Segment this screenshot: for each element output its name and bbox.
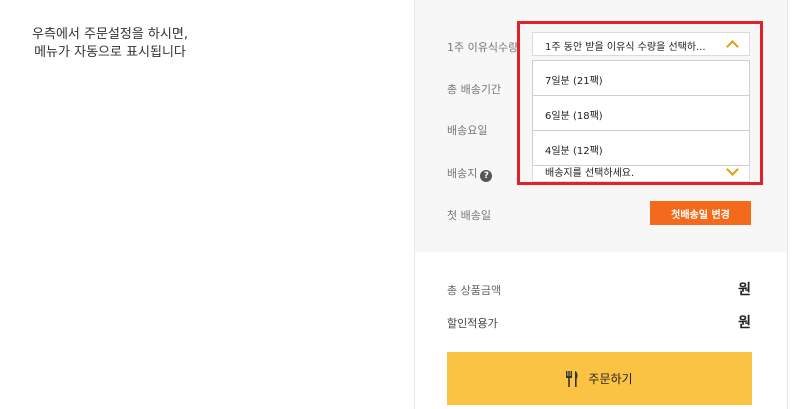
discount-price-label: 할인적용가 [447, 317, 498, 330]
order-settings-section: 1주 이유식수량 1주 동안 받을 이유식 수량을 선택하... 총 배송기간 … [415, 0, 787, 252]
delivery-period-label: 총 배송기간 [447, 83, 502, 96]
weekly-quantity-selected: 1주 동안 받을 이유식 수량을 선택하... [545, 42, 706, 53]
weekly-quantity-dropdown: 7일분 (21팩) 6일분 (18팩) 4일분 (12팩) [532, 60, 750, 166]
dropdown-option-7day[interactable]: 7일분 (21팩) [533, 61, 749, 96]
chevron-up-icon [726, 40, 739, 53]
delivery-address-label: 배송지? [447, 165, 493, 182]
change-first-delivery-button[interactable]: 첫배송일 변경 [650, 201, 751, 225]
weekly-quantity-select[interactable]: 1주 동안 받을 이유식 수량을 선택하... [532, 32, 750, 56]
delivery-day-label: 배송요일 [447, 124, 488, 137]
discount-price-value: 원 [738, 315, 751, 331]
delivery-address-label-text: 배송지 [447, 167, 478, 180]
utensils-icon [566, 370, 580, 387]
order-button-label: 주문하기 [588, 372, 633, 386]
order-panel: 1주 이유식수량 1주 동안 받을 이유식 수량을 선택하... 총 배송기간 … [414, 0, 788, 409]
help-icon[interactable]: ? [480, 170, 493, 182]
dropdown-option-6day[interactable]: 6일분 (18팩) [533, 96, 749, 131]
order-settings-notice: 우측에서 주문설정을 하시면, 메뉴가 자동으로 표시됩니다 [0, 26, 220, 62]
total-price-value: 원 [738, 282, 751, 298]
notice-line-2: 메뉴가 자동으로 표시됩니다 [34, 45, 186, 60]
first-delivery-label: 첫 배송일 [447, 209, 491, 222]
dropdown-option-4day[interactable]: 4일분 (12팩) [533, 131, 749, 165]
delivery-address-selected: 배송지를 선택하세요. [545, 168, 635, 179]
total-price-label: 총 상품금액 [447, 284, 502, 297]
notice-line-1: 우측에서 주문설정을 하시면, [32, 27, 188, 42]
order-button[interactable]: 주문하기 [447, 352, 752, 405]
weekly-quantity-label: 1주 이유식수량 [447, 41, 519, 54]
